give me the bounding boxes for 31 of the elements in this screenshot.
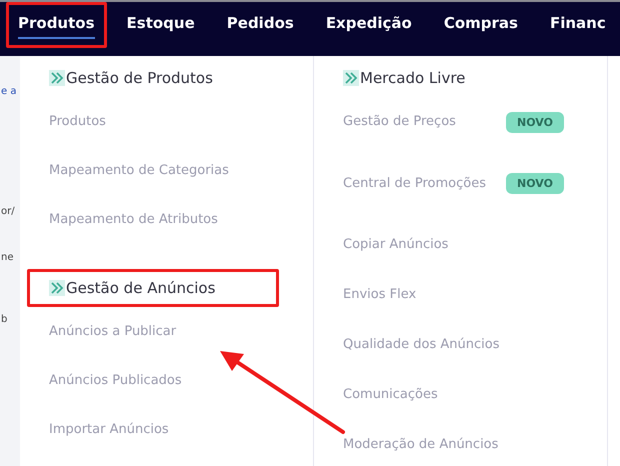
menu-item[interactable]: Central de Promoções <box>343 172 506 196</box>
nav-tab[interactable]: Compras <box>432 2 530 48</box>
menu-item[interactable]: Anúncios a Publicar <box>49 320 176 344</box>
menu-item[interactable]: Copiar Anúncios <box>343 233 448 257</box>
background-text: or/ <box>1 206 15 217</box>
menu-item[interactable]: Envios Flex <box>343 283 416 307</box>
menu-item[interactable]: Anúncios Publicados <box>49 368 182 392</box>
menu-item[interactable]: Gestão de Preços <box>343 110 506 134</box>
new-badge: NOVO <box>506 173 564 194</box>
menu-item[interactable]: Produtos <box>49 110 106 134</box>
background-text: e a <box>1 86 16 97</box>
menu-item[interactable]: Moderação de Anúncios <box>343 433 498 457</box>
nav-tab[interactable]: Produtos <box>6 2 107 48</box>
nav-tab[interactable]: Financ <box>538 2 618 48</box>
section-title: Gestão de Anúncios <box>66 279 216 297</box>
double-chevron-icon <box>49 70 65 86</box>
background-text: b <box>1 314 8 325</box>
background-text: ne <box>1 252 14 263</box>
section-title: Gestão de Produtos <box>66 69 213 87</box>
menu-item[interactable]: Qualidade dos Anúncios <box>343 333 500 357</box>
section-title: Mercado Livre <box>360 69 466 87</box>
menu-item[interactable]: Comunicações <box>343 383 438 407</box>
menu-item[interactable]: Importar Anúncios <box>49 418 169 442</box>
menu-item[interactable]: Mapeamento de Categorias <box>49 158 229 182</box>
nav-tab[interactable]: Estoque <box>114 2 207 48</box>
nav-tab[interactable]: Pedidos <box>214 2 306 48</box>
new-badge: NOVO <box>506 112 564 132</box>
menu-item[interactable]: Mapeamento de Atributos <box>49 208 218 232</box>
double-chevron-icon <box>49 280 65 296</box>
double-chevron-icon <box>343 70 359 86</box>
nav-tab[interactable]: Expedição <box>314 2 424 48</box>
